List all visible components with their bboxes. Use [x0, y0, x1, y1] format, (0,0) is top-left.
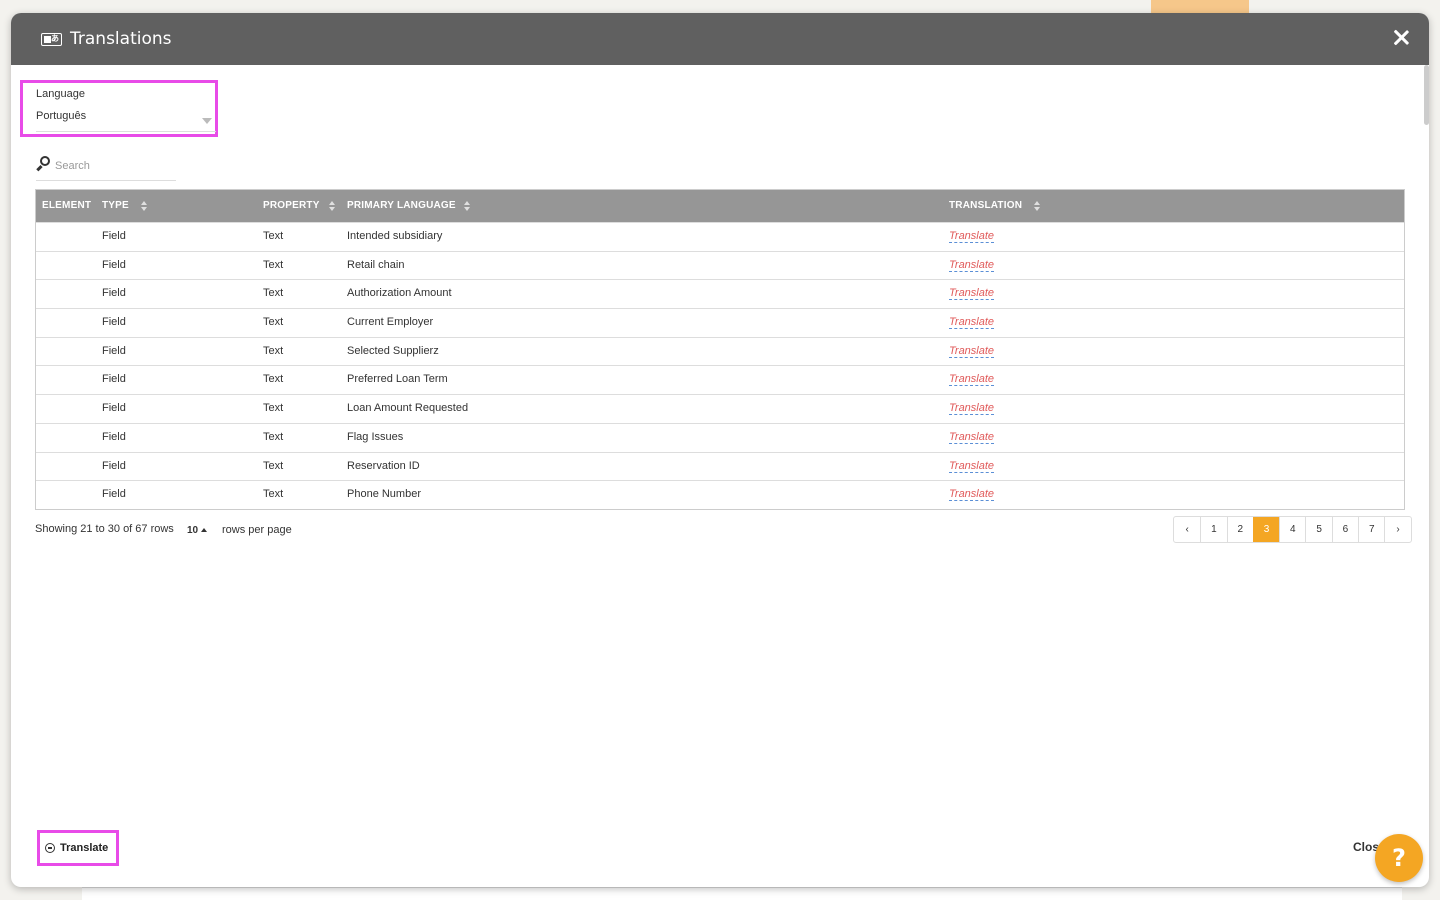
column-header-type[interactable]: TYPE	[102, 190, 129, 222]
help-button[interactable]: ?	[1375, 834, 1423, 882]
table-row: Field Text Preferred Loan Term Translate	[36, 365, 1404, 394]
table-row: Field Text Current Employer Translate	[36, 308, 1404, 337]
cell-primary-language: Preferred Loan Term	[347, 373, 448, 386]
cell-property: Text	[263, 488, 284, 501]
cell-property: Text	[263, 230, 284, 242]
page-button[interactable]: 4	[1279, 517, 1305, 542]
table-row: Field Text Flag Issues Translate	[36, 422, 1404, 452]
table-row: Field Text Selected Supplierz Translate	[36, 336, 1404, 366]
translate-link[interactable]: Translate	[949, 309, 994, 336]
page-button[interactable]: 6	[1331, 517, 1358, 542]
sort-icon[interactable]	[141, 201, 148, 211]
language-label: Language	[36, 88, 85, 100]
cell-type: Field	[102, 258, 126, 271]
translation-icon: あ	[41, 32, 62, 46]
page-prev-button[interactable]: ‹	[1174, 517, 1200, 542]
table-row: Field Text Authorization Amount Translat…	[36, 279, 1404, 308]
cell-type: Field	[102, 230, 126, 242]
column-header-primary-language[interactable]: PRIMARY LANGUAGE	[347, 190, 456, 222]
language-value: Português	[36, 110, 87, 122]
pagination: ‹ 1 2 3 4 5 6 7 ›	[1173, 516, 1412, 543]
modal-header: あ Translations	[11, 13, 1429, 65]
translate-link[interactable]: Translate	[949, 280, 994, 307]
cell-type: Field	[102, 459, 126, 472]
cell-type: Field	[102, 373, 126, 386]
page-button-active[interactable]: 3	[1252, 517, 1280, 542]
search-icon	[36, 156, 52, 172]
cell-primary-language: Retail chain	[347, 258, 405, 271]
search-input[interactable]	[55, 160, 170, 172]
chevron-down-icon	[202, 118, 212, 124]
language-select[interactable]: Português	[36, 110, 216, 132]
table-row: Field Text Intended subsidiary Translate	[36, 222, 1404, 251]
translate-link[interactable]: Translate	[949, 424, 994, 451]
column-header-translation[interactable]: TRANSLATION	[949, 190, 1022, 222]
translate-link[interactable]: Translate	[949, 395, 994, 422]
translate-link[interactable]: Translate	[949, 366, 994, 393]
search-box	[36, 153, 176, 181]
cell-property: Text	[263, 344, 284, 357]
cell-primary-language: Intended subsidiary	[347, 230, 443, 242]
translate-icon	[45, 843, 55, 853]
table-header: ELEMENT TYPE PROPERTY PRIMARY LANGUAGE T…	[36, 190, 1404, 222]
translations-table: ELEMENT TYPE PROPERTY PRIMARY LANGUAGE T…	[35, 189, 1405, 510]
background-panel	[82, 887, 1402, 900]
page-button[interactable]: 5	[1305, 517, 1331, 542]
page-next-button[interactable]: ›	[1384, 517, 1410, 542]
sort-icon[interactable]	[329, 201, 336, 211]
page-button[interactable]: 7	[1358, 517, 1384, 542]
chevron-up-icon	[201, 528, 208, 532]
translate-button[interactable]: Translate	[37, 830, 119, 866]
cell-type: Field	[102, 402, 126, 415]
modal-title: Translations	[70, 29, 172, 49]
cell-type: Field	[102, 344, 126, 357]
cell-primary-language: Flag Issues	[347, 430, 404, 443]
table-row: Field Text Reservation ID Translate	[36, 451, 1404, 481]
scrollbar[interactable]	[1424, 65, 1429, 125]
cell-primary-language: Authorization Amount	[347, 287, 452, 300]
translate-link[interactable]: Translate	[949, 453, 994, 480]
cell-type: Field	[102, 488, 126, 501]
sort-icon[interactable]	[464, 201, 471, 211]
cell-property: Text	[263, 316, 284, 329]
table-row: Field Text Retail chain Translate	[36, 250, 1404, 280]
cell-property: Text	[263, 287, 284, 300]
cell-primary-language: Loan Amount Requested	[347, 402, 469, 415]
page-button[interactable]: 1	[1200, 517, 1226, 542]
translations-modal: あ Translations Language Português ELEMEN…	[11, 13, 1429, 887]
table-row: Field Text Phone Number Translate	[36, 480, 1404, 509]
cell-primary-language: Current Employer	[347, 316, 434, 329]
translate-link[interactable]: Translate	[949, 252, 994, 279]
translate-link[interactable]: Translate	[949, 481, 994, 508]
cell-property: Text	[263, 459, 284, 472]
translate-link[interactable]: Translate	[949, 223, 994, 250]
rows-per-page-label: rows per page	[222, 524, 292, 536]
sort-icon[interactable]	[1034, 201, 1041, 211]
column-header-property[interactable]: PROPERTY	[263, 190, 320, 222]
close-icon[interactable]	[1391, 27, 1411, 47]
page-button[interactable]: 2	[1226, 517, 1253, 542]
column-header-element[interactable]: ELEMENT	[42, 190, 91, 222]
help-icon: ?	[1392, 844, 1406, 872]
cell-primary-language: Phone Number	[347, 488, 421, 501]
cell-primary-language: Selected Supplierz	[347, 344, 439, 357]
cell-property: Text	[263, 430, 284, 443]
background-tab	[1151, 0, 1249, 14]
table-row: Field Text Loan Amount Requested Transla…	[36, 394, 1404, 423]
page-size-dropdown[interactable]: 10	[187, 525, 208, 536]
cell-type: Field	[102, 430, 126, 443]
page-size-value: 10	[187, 525, 199, 536]
language-selector: Language Português	[20, 80, 218, 137]
cell-type: Field	[102, 316, 126, 329]
cell-property: Text	[263, 373, 284, 386]
pagination-info: Showing 21 to 30 of 67 rows	[35, 523, 174, 535]
cell-type: Field	[102, 287, 126, 300]
cell-primary-language: Reservation ID	[347, 459, 420, 472]
cell-property: Text	[263, 258, 284, 271]
translate-button-label: Translate	[60, 842, 109, 854]
cell-property: Text	[263, 402, 284, 415]
translate-link[interactable]: Translate	[949, 338, 994, 365]
